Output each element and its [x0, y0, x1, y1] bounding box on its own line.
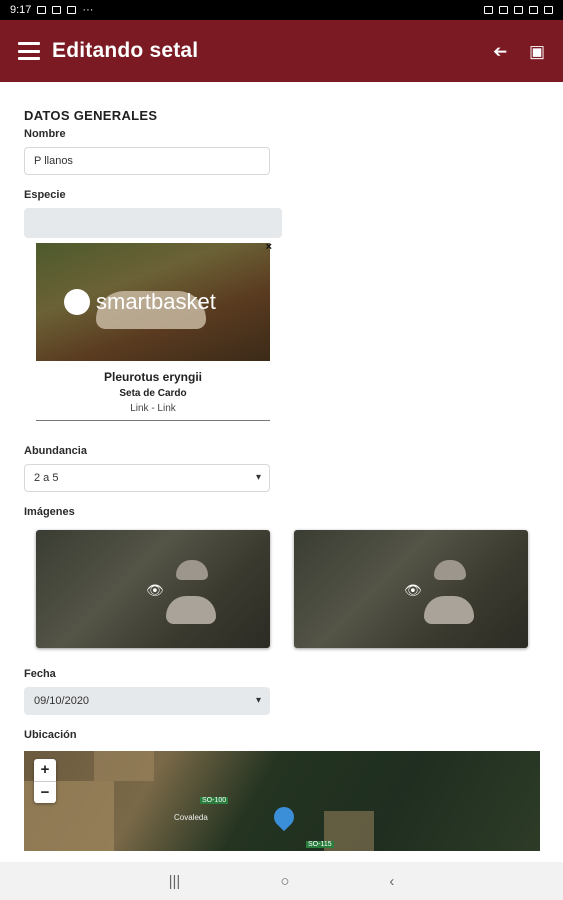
eye-icon[interactable]: 👁 — [146, 582, 164, 599]
back-icon[interactable]: ‹ — [389, 873, 394, 890]
especie-field[interactable] — [24, 208, 282, 238]
especie-label: Especie — [24, 189, 66, 201]
nombre-field[interactable]: P llanos — [24, 147, 270, 175]
clock: 9:17 — [10, 4, 32, 16]
zoom-control: + − — [34, 759, 56, 803]
form-content: DATOS GENERALES Nombre P llanos Especie … — [0, 82, 563, 862]
recent-apps-icon[interactable]: ||| — [169, 873, 181, 890]
species-image: smartbasket — [36, 243, 270, 361]
section-title: DATOS GENERALES — [24, 108, 158, 123]
map-pin-icon[interactable] — [269, 802, 299, 832]
wifi-icon — [514, 6, 523, 14]
image-thumbnail[interactable]: 👁 — [294, 530, 528, 648]
road-label: SO-115 — [306, 841, 334, 848]
close-icon[interactable]: × — [266, 241, 272, 253]
imagenes-label: Imágenes — [24, 506, 75, 518]
location-icon — [499, 6, 508, 14]
fecha-label: Fecha — [24, 668, 56, 680]
smartbasket-logo: smartbasket — [64, 289, 216, 315]
notification-icon — [52, 6, 62, 14]
system-nav-bar: ||| ○ ‹ — [0, 862, 563, 900]
ubicacion-label: Ubicación — [24, 729, 77, 741]
species-card: smartbasket × Pleurotus eryngii Seta de … — [36, 241, 272, 421]
menu-icon[interactable] — [18, 42, 40, 60]
status-bar: 9:17 ··· — [0, 0, 563, 20]
signal-icon — [529, 6, 538, 14]
road-label: SO-100 — [200, 797, 229, 804]
fecha-select[interactable]: 09/10/2020 — [24, 687, 270, 715]
save-icon[interactable]: ▣ — [529, 43, 545, 60]
nombre-label: Nombre — [24, 128, 66, 140]
app-bar: Editando setal ➔ ▣ — [0, 20, 563, 82]
zoom-in-button[interactable]: + — [34, 759, 56, 781]
battery-icon — [544, 6, 553, 14]
home-icon[interactable]: ○ — [280, 873, 289, 890]
species-scientific-name: Pleurotus eryngii — [103, 370, 203, 384]
species-links[interactable]: Link - Link — [36, 403, 270, 421]
page-title: Editando setal — [52, 39, 199, 62]
map[interactable]: + − SO-100 SO-115 Covaleda — [24, 751, 540, 851]
gallery-icon — [37, 6, 47, 14]
more-notifications: ··· — [82, 4, 94, 16]
eye-icon[interactable]: 👁 — [404, 582, 422, 599]
abundancia-label: Abundancia — [24, 445, 87, 457]
zoom-out-button[interactable]: − — [34, 781, 56, 803]
mute-icon — [484, 6, 493, 14]
logo-mark-icon — [64, 289, 90, 315]
abundancia-select[interactable]: 2 a 5 — [24, 464, 270, 492]
image-thumbnail[interactable]: 👁 — [36, 530, 270, 648]
town-label: Covaleda — [174, 813, 208, 822]
images-row: 👁 👁 — [24, 530, 539, 648]
species-common-name: Seta de Cardo — [119, 388, 187, 399]
back-arrow-icon[interactable]: ➔ — [493, 42, 507, 61]
photo-icon — [67, 6, 77, 14]
